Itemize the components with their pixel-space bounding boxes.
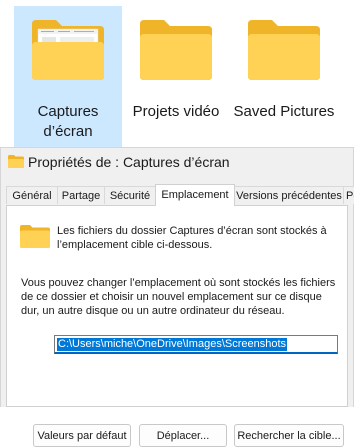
folder-icon <box>248 20 320 80</box>
folder-icon <box>8 155 24 168</box>
folder-item-projets-video[interactable]: Projets vidéo <box>122 6 230 150</box>
tab-versions-precedentes[interactable]: Versions précédentes <box>234 186 344 204</box>
folder-with-preview-icon <box>32 20 104 80</box>
move-button[interactable]: Déplacer... <box>139 424 227 447</box>
tab-partage[interactable]: Partage <box>57 186 105 204</box>
folder-item-saved-pictures[interactable]: Saved Pictures <box>230 6 338 150</box>
folder-label: Projets vidéo <box>132 103 220 120</box>
folder-icon <box>20 225 50 248</box>
tab-emplacement[interactable]: Emplacement <box>155 184 235 206</box>
tab-general[interactable]: Général <box>6 186 58 204</box>
restore-default-button[interactable]: Valeurs par défaut <box>33 424 131 447</box>
dialog-titlebar[interactable]: Propriétés de : Captures d’écran <box>1 148 353 176</box>
dialog-title: Propriétés de : Captures d’écran <box>28 154 230 170</box>
folder-item-captures-ecran[interactable]: Captures d’écran <box>14 6 122 150</box>
tab-securite[interactable]: Sécurité <box>104 186 156 204</box>
location-description: Vous pouvez changer l’emplacement où son… <box>21 277 336 317</box>
explorer-folder-view: Captures d’écran Projets vidéo Saved Pic… <box>0 0 354 150</box>
target-path-input[interactable]: C:\Users\miche\OneDrive\Images\Screensho… <box>54 335 338 354</box>
target-path-value: C:\Users\miche\OneDrive\Images\Screensho… <box>57 338 288 351</box>
tab-bar: Général Partage Sécurité Emplacement Ver… <box>1 184 354 206</box>
folder-label: Saved Pictures <box>233 103 335 120</box>
find-target-button[interactable]: Rechercher la cible... <box>234 424 344 447</box>
tab-panel-emplacement: Les fichiers du dossier Captures d’écran… <box>6 205 348 447</box>
folder-label: Captures d’écran <box>37 103 99 140</box>
properties-dialog: Propriétés de : Captures d’écran Général… <box>0 147 354 447</box>
tab-personnaliser[interactable]: Pe <box>343 186 354 204</box>
folder-icon <box>140 20 212 80</box>
location-info-text: Les fichiers du dossier Captures d’écran… <box>57 225 327 251</box>
